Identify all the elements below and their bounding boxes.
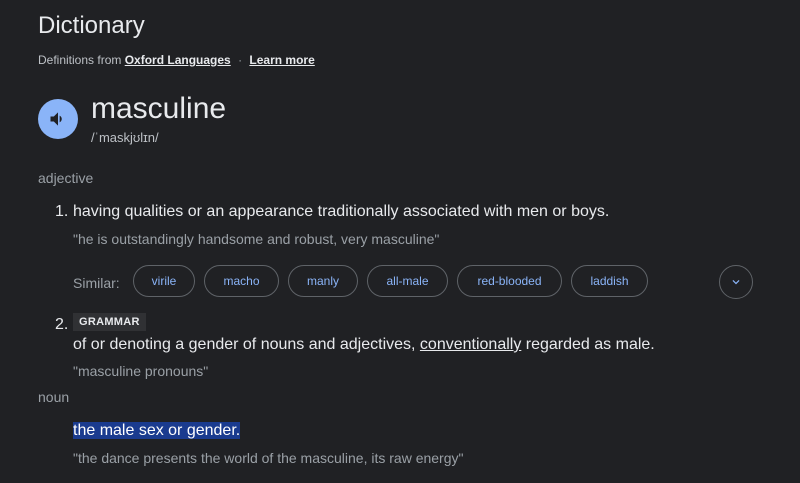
expand-similar-button[interactable]	[719, 265, 753, 299]
sense-definition: of or denoting a gender of nouns and adj…	[73, 335, 655, 355]
similar-label: Similar:	[73, 275, 120, 291]
definition-text: of or denoting a gender of nouns and adj…	[73, 336, 420, 353]
similar-chip-laddish[interactable]: laddish	[571, 265, 648, 297]
noun-definition: the male sex or gender.	[73, 421, 241, 441]
separator: ·	[238, 53, 243, 67]
chevron-down-icon	[732, 280, 740, 285]
source-prefix: Definitions from	[38, 53, 122, 67]
highlighted-definition: the male sex or gender.	[73, 422, 241, 439]
dictionary-panel: Dictionary Definitions from Oxford Langu…	[0, 0, 800, 483]
sense-example: "masculine pronouns"	[73, 363, 209, 379]
part-of-speech-adjective: adjective	[38, 170, 94, 186]
conventionally-link[interactable]: conventionally	[420, 336, 521, 353]
oxford-languages-link[interactable]: Oxford Languages	[125, 53, 231, 67]
sense-number: 1.	[55, 203, 69, 220]
headword: masculine	[91, 92, 227, 125]
noun-example: "the dance presents the world of the mas…	[73, 450, 464, 466]
sense-example: "he is outstandingly handsome and robust…	[73, 231, 440, 247]
sense-definition: having qualities or an appearance tradit…	[73, 203, 610, 220]
similar-chip-virile[interactable]: virile	[133, 265, 195, 297]
phonetic: /ˈmaskjʊlɪn/	[91, 130, 159, 145]
learn-more-link[interactable]: Learn more	[249, 53, 314, 67]
source-line: Definitions from Oxford Languages · Lear…	[38, 52, 315, 68]
similar-chip-all-male[interactable]: all-male	[367, 265, 448, 297]
part-of-speech-noun: noun	[38, 389, 70, 405]
sense-number: 2.	[55, 316, 69, 333]
similar-chip-red-blooded[interactable]: red-blooded	[457, 265, 562, 297]
similar-chip-macho[interactable]: macho	[204, 265, 279, 297]
panel-title: Dictionary	[38, 12, 145, 39]
volume-icon	[50, 112, 62, 126]
grammar-tag: GRAMMAR	[73, 313, 146, 331]
similar-chip-manly[interactable]: manly	[288, 265, 358, 297]
definition-text: regarded as male.	[521, 336, 655, 353]
pronunciation-button[interactable]	[38, 99, 78, 139]
